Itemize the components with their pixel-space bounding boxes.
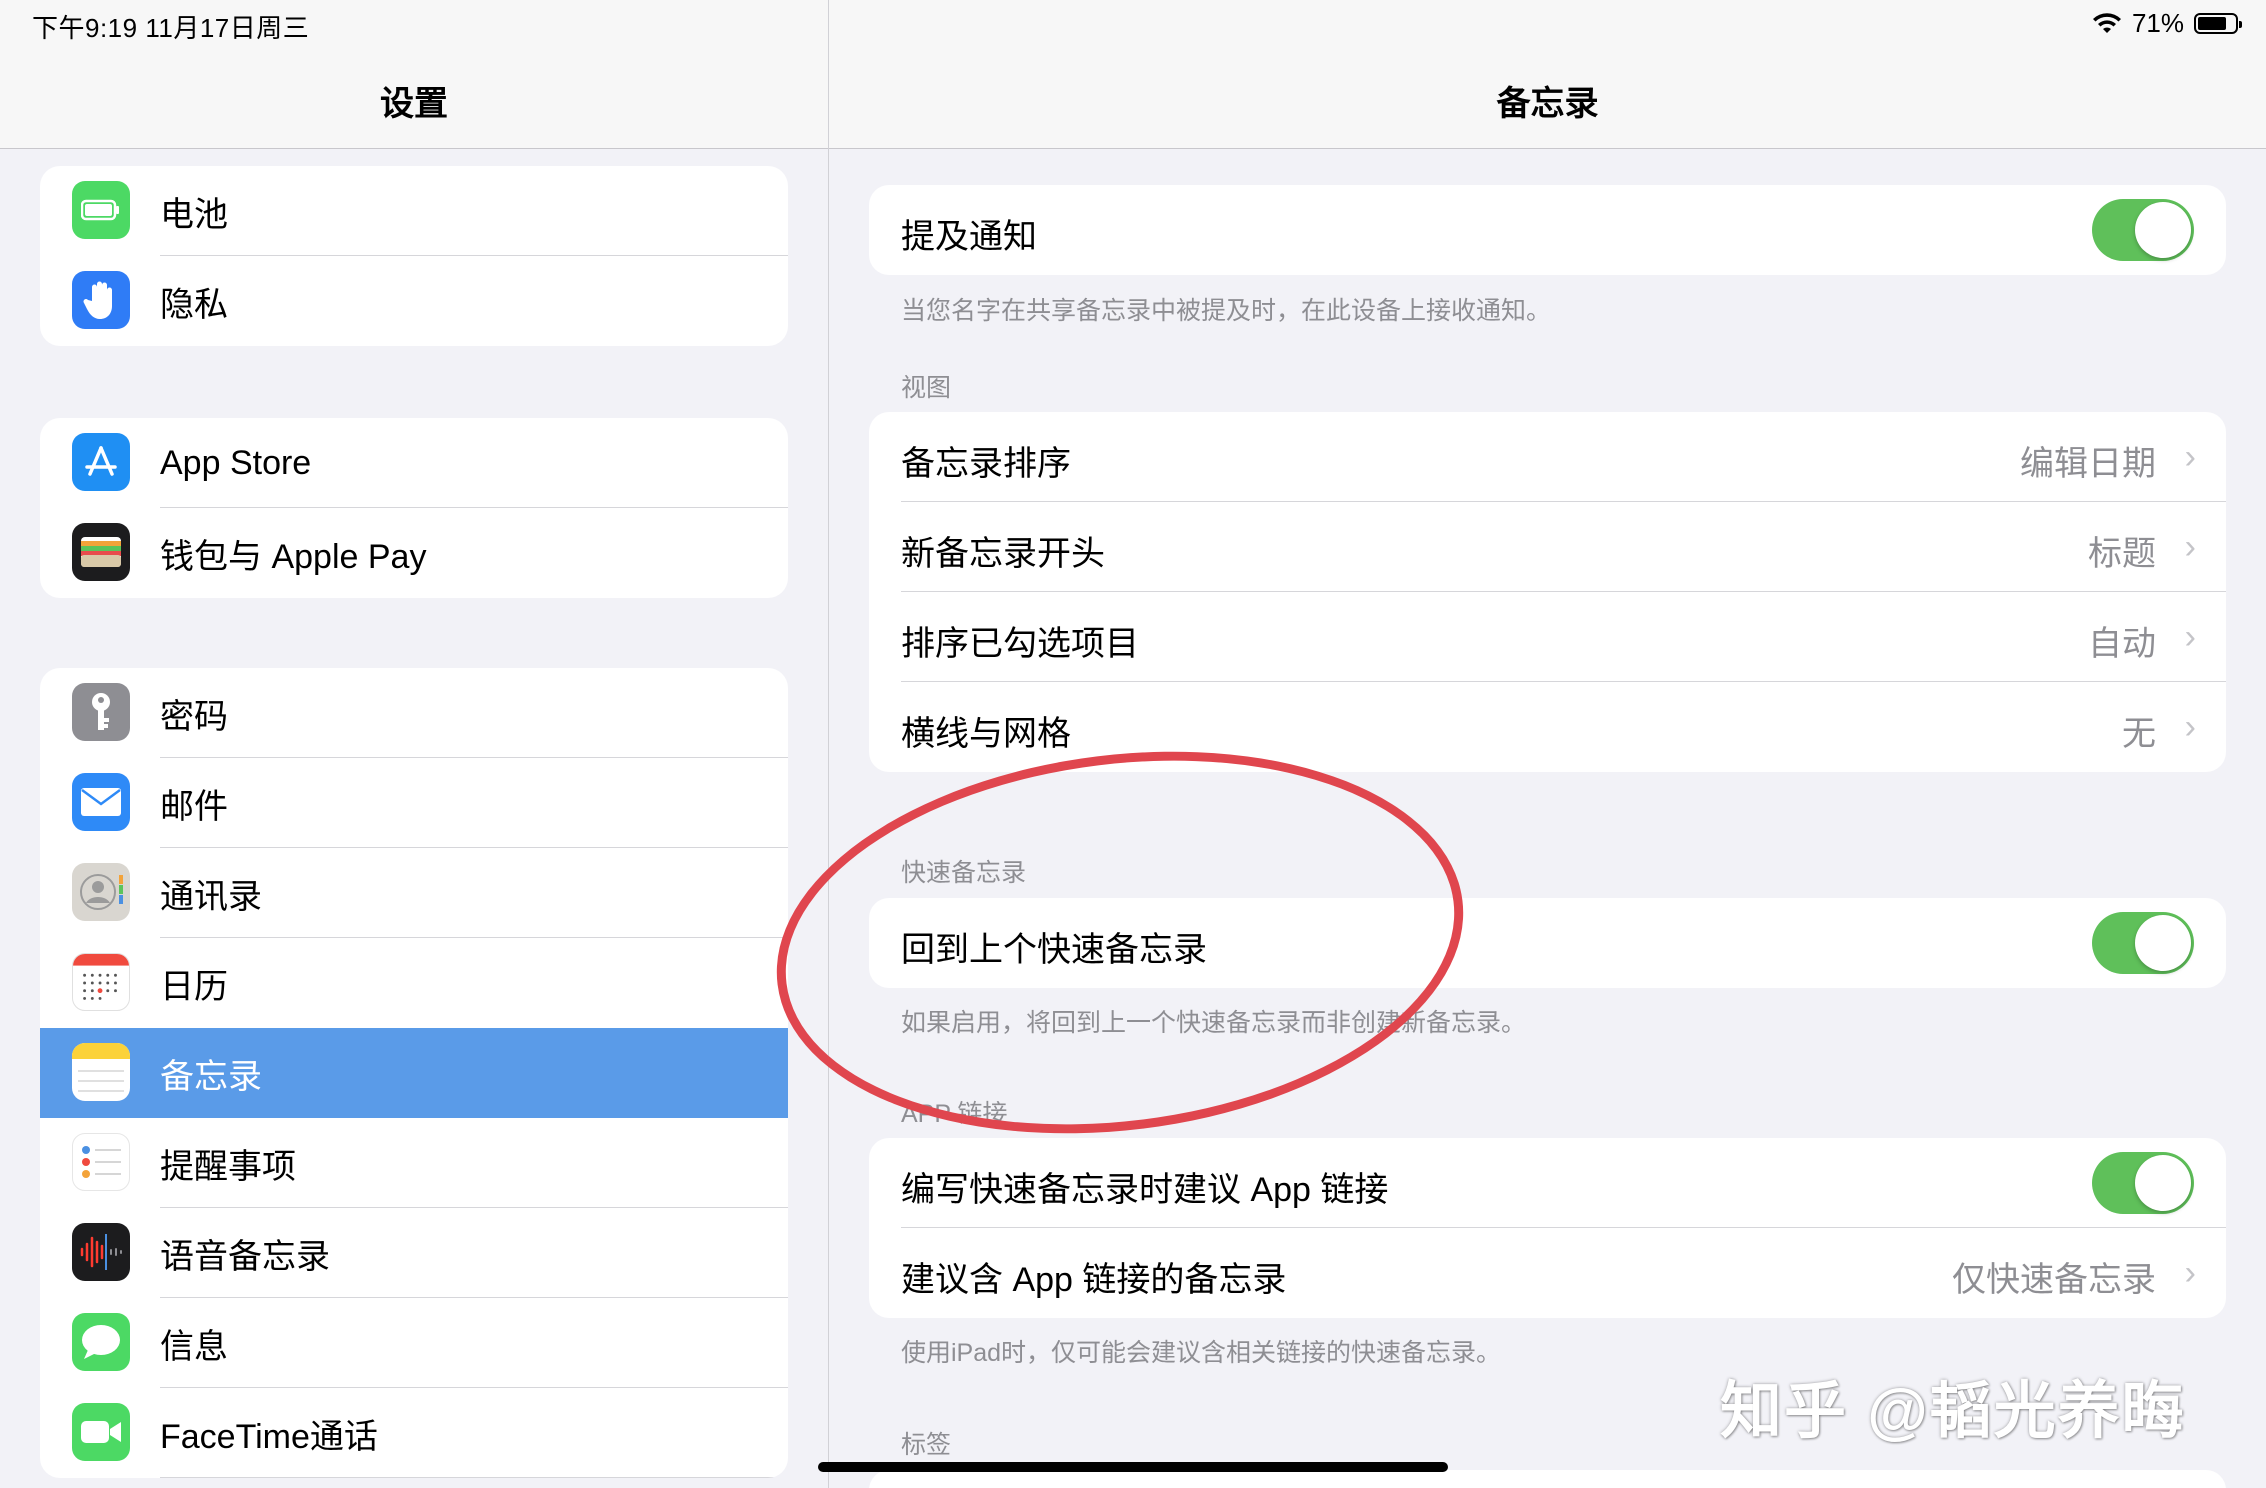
- contacts-icon: [72, 863, 130, 921]
- home-indicator[interactable]: [818, 1462, 1448, 1472]
- tags-group: [869, 1470, 2226, 1488]
- sidebar-item-label: 信息: [160, 1327, 228, 1366]
- sidebar-item-calendar[interactable]: 日历: [40, 938, 788, 1028]
- notes-icon: [72, 1043, 130, 1101]
- sidebar-item-facetime[interactable]: FaceTime通话: [40, 1388, 788, 1478]
- resume-last-quick-note-toggle[interactable]: [2092, 912, 2194, 974]
- new-notes-start-row[interactable]: 新备忘录开头 标题 ›: [869, 502, 2226, 592]
- row-label: 排序已勾选项目: [901, 625, 1139, 663]
- row-label: 备忘录排序: [901, 445, 1071, 483]
- app-links-footnote: 使用iPad时，仅可能会建议含相关链接的快速备忘录。: [901, 1339, 1502, 1367]
- chevron-right-icon: ›: [2184, 708, 2196, 746]
- sidebar-item-label: 密码: [160, 697, 228, 736]
- facetime-icon: [72, 1403, 130, 1461]
- detail-title: 备忘录: [1496, 85, 1599, 123]
- sidebar-item-voice-memos[interactable]: 语音备忘录: [40, 1208, 788, 1298]
- sidebar-item-app-store[interactable]: App Store: [40, 418, 788, 508]
- chevron-right-icon: ›: [2184, 438, 2196, 476]
- sidebar-item-label: 日历: [160, 967, 228, 1006]
- calendar-icon: [72, 953, 130, 1011]
- view-group: 备忘录排序 编辑日期 › 新备忘录开头 标题 › 排序已勾选项目 自动 › 横线…: [869, 412, 2226, 772]
- voice-memos-icon: [72, 1223, 130, 1281]
- app-store-icon: [72, 433, 130, 491]
- sidebar-item-battery[interactable]: 电池: [40, 166, 788, 256]
- resume-last-quick-note-row: 回到上个快速备忘录: [869, 898, 2226, 988]
- sidebar-item-notes[interactable]: 备忘录: [40, 1028, 788, 1118]
- quick-note-group: 回到上个快速备忘录: [869, 898, 2226, 988]
- status-bar: 下午9:19 11月17日周三 71%: [0, 0, 2266, 46]
- row-label: 横线与网格: [901, 715, 1071, 753]
- sidebar-item-privacy[interactable]: 隐私: [40, 256, 788, 346]
- mention-footnote: 当您名字在共享备忘录中被提及时，在此设备上接收通知。: [901, 297, 1552, 325]
- row-value: 编辑日期: [2020, 445, 2156, 483]
- sidebar-item-label: 通讯录: [160, 877, 262, 916]
- mention-group: 提及通知: [869, 185, 2226, 275]
- battery-percent: 71%: [2131, 8, 2184, 38]
- row-value: 标题: [2088, 535, 2156, 573]
- suggest-app-links-toggle[interactable]: [2092, 1152, 2194, 1214]
- sidebar-group-2: App Store 钱包与 Apple Pay: [40, 418, 788, 598]
- sidebar-item-passwords[interactable]: 密码: [40, 668, 788, 758]
- row-label: 新备忘录开头: [901, 535, 1105, 573]
- quick-note-section-header: 快速备忘录: [901, 859, 1027, 887]
- row-value: 仅快速备忘录: [1952, 1261, 2156, 1299]
- sidebar-title: 设置: [380, 85, 448, 123]
- key-icon: [72, 683, 130, 741]
- notes-settings-pane[interactable]: 备忘录 提及通知 当您名字在共享备忘录中被提及时，在此设备上接收通知。 视图 备…: [829, 0, 2266, 1488]
- status-time: 下午9:19 11月17日周三: [32, 13, 310, 43]
- view-section-header: 视图: [901, 374, 952, 402]
- lines-grids-row[interactable]: 横线与网格 无 ›: [869, 682, 2226, 772]
- sidebar-group-1: 电池 隐私: [40, 166, 788, 346]
- quick-note-footnote: 如果启用，将回到上一个快速备忘录而非创建新备忘录。: [901, 1009, 1527, 1037]
- chevron-right-icon: ›: [2184, 1254, 2196, 1292]
- row-value: 无: [2122, 715, 2156, 753]
- sort-notes-row[interactable]: 备忘录排序 编辑日期 ›: [869, 412, 2226, 502]
- sidebar-item-contacts[interactable]: 通讯录: [40, 848, 788, 938]
- sidebar-item-reminders[interactable]: 提醒事项: [40, 1118, 788, 1208]
- status-right: 71%: [2092, 8, 2242, 39]
- sidebar-item-label: 电池: [160, 195, 228, 234]
- mention-notifications-row: 提及通知: [869, 185, 2226, 275]
- sidebar-item-label: FaceTime通话: [160, 1417, 378, 1456]
- battery-status-icon: [2194, 13, 2242, 34]
- sidebar-item-messages[interactable]: 信息: [40, 1298, 788, 1388]
- watermark: 知乎 @韬光养晦: [1720, 1377, 2186, 1446]
- resume-last-quick-note-label: 回到上个快速备忘录: [901, 931, 1207, 969]
- app-links-group: 编写快速备忘录时建议 App 链接 建议含 App 链接的备忘录 仅快速备忘录 …: [869, 1138, 2226, 1318]
- sidebar-group-3: 密码 邮件 通讯录 日历 备忘录 提醒事项 语音备忘录 信息 FaceTime通…: [40, 668, 788, 1478]
- sidebar-item-wallet[interactable]: 钱包与 Apple Pay: [40, 508, 788, 598]
- sidebar-item-label: 隐私: [160, 285, 228, 324]
- settings-sidebar[interactable]: 设置 电池 隐私 App Store 钱包与 Apple Pay 密码 邮件 通…: [0, 0, 829, 1488]
- row-label: 建议含 App 链接的备忘录: [901, 1261, 1287, 1299]
- messages-icon: [72, 1313, 130, 1371]
- chevron-right-icon: ›: [2184, 528, 2196, 566]
- sidebar-item-label: 提醒事项: [160, 1147, 296, 1186]
- wifi-icon: [2092, 12, 2121, 33]
- suggest-app-links-row: 编写快速备忘录时建议 App 链接: [869, 1138, 2226, 1228]
- sidebar-item-label: 钱包与 Apple Pay: [160, 537, 427, 576]
- mail-icon: [72, 773, 130, 831]
- tags-section-header: 标签: [901, 1431, 952, 1459]
- chevron-right-icon: ›: [2184, 618, 2196, 656]
- suggest-notes-with-links-row[interactable]: 建议含 App 链接的备忘录 仅快速备忘录 ›: [869, 1228, 2226, 1318]
- suggest-app-links-label: 编写快速备忘录时建议 App 链接: [901, 1171, 1389, 1209]
- sort-checked-items-row[interactable]: 排序已勾选项目 自动 ›: [869, 592, 2226, 682]
- sidebar-item-label: 备忘录: [160, 1057, 262, 1096]
- mention-notifications-toggle[interactable]: [2092, 199, 2194, 261]
- sidebar-item-label: 语音备忘录: [160, 1237, 330, 1276]
- reminders-icon: [72, 1133, 130, 1191]
- mention-notifications-label: 提及通知: [901, 218, 1037, 256]
- sidebar-item-mail[interactable]: 邮件: [40, 758, 788, 848]
- row-value: 自动: [2088, 625, 2156, 663]
- sidebar-item-label: App Store: [160, 443, 312, 482]
- privacy-hand-icon: [72, 271, 130, 329]
- sidebar-item-label: 邮件: [160, 787, 228, 826]
- wallet-icon: [72, 523, 130, 581]
- app-links-section-header: APP 链接: [901, 1100, 1008, 1128]
- battery-icon: [72, 181, 130, 239]
